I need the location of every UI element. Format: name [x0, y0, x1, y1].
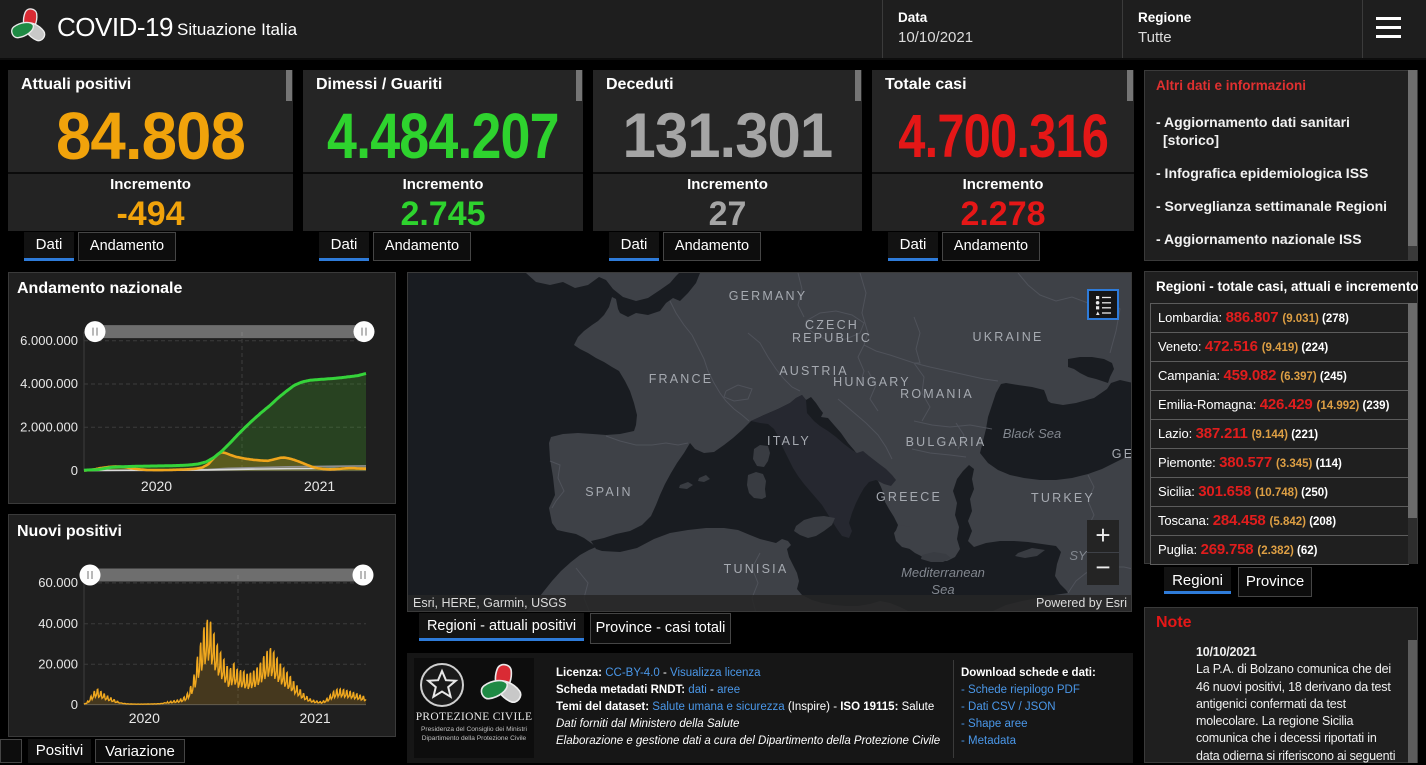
svg-text:TURKEY: TURKEY: [1031, 491, 1095, 505]
svg-text:FRANCE: FRANCE: [649, 372, 714, 386]
svg-text:REPUBLIC: REPUBLIC: [792, 331, 872, 345]
svg-text:CZECH: CZECH: [805, 318, 859, 332]
svg-text:Dipartimento della Protezione: Dipartimento della Protezione Civile: [422, 735, 527, 742]
svg-text:60.000: 60.000: [38, 575, 78, 590]
svg-text:4.000.000: 4.000.000: [20, 376, 78, 391]
svg-text:GREECE: GREECE: [876, 490, 942, 504]
svg-text:BULGARIA: BULGARIA: [906, 435, 987, 449]
svg-text:ROMANIA: ROMANIA: [900, 387, 974, 401]
svg-text:0: 0: [71, 463, 78, 478]
svg-text:SPAIN: SPAIN: [585, 485, 633, 499]
svg-text:GERMANY: GERMANY: [729, 289, 808, 303]
svg-text:PROTEZIONE CIVILE: PROTEZIONE CIVILE: [416, 711, 533, 723]
svg-text:20.000: 20.000: [38, 657, 78, 672]
svg-text:Mediterranean: Mediterranean: [901, 565, 985, 580]
svg-text:SY: SY: [1069, 548, 1088, 563]
svg-text:ITALY: ITALY: [767, 434, 811, 448]
svg-text:Presidenza del Consiglio dei M: Presidenza del Consiglio dei Ministri: [421, 726, 527, 733]
svg-text:0: 0: [71, 697, 78, 712]
svg-text:2.000.000: 2.000.000: [20, 420, 78, 435]
svg-text:2020: 2020: [129, 710, 160, 726]
svg-text:TUNISIA: TUNISIA: [724, 562, 789, 576]
svg-text:40.000: 40.000: [38, 616, 78, 631]
svg-text:2021: 2021: [304, 478, 335, 494]
svg-text:UKRAINE: UKRAINE: [973, 330, 1044, 344]
svg-text:GEO: GEO: [1112, 447, 1132, 461]
svg-text:2020: 2020: [141, 478, 172, 494]
svg-text:2021: 2021: [300, 710, 331, 726]
svg-text:Black Sea: Black Sea: [1003, 426, 1062, 441]
svg-text:6.000.000: 6.000.000: [20, 333, 78, 348]
